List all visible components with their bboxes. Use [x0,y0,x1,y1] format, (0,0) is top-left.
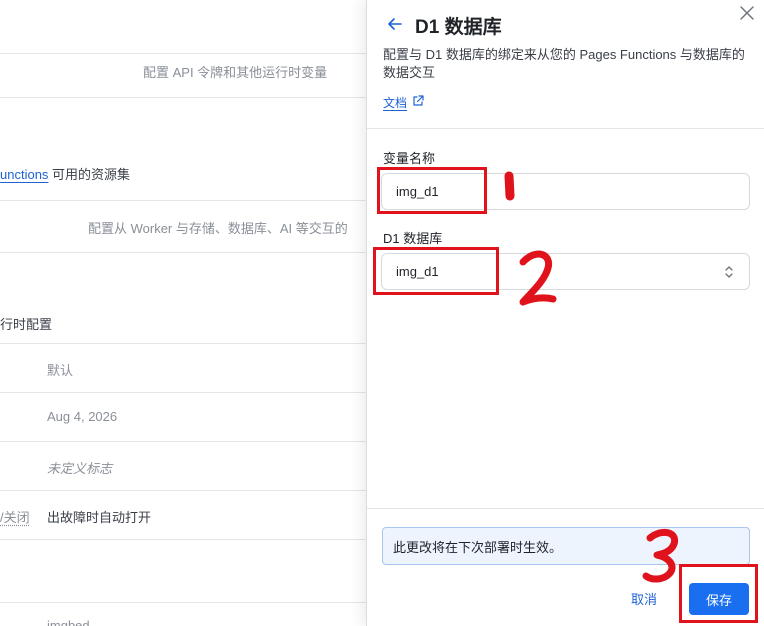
compat-value: 默认 [47,363,74,378]
divider [0,490,366,491]
api-tokens-description: 配置 API 令牌和其他运行时变量 [143,65,328,80]
bindings-description: 配置从 Worker 与存储、数据库、AI 等交互的 [88,221,348,236]
database-label: D1 数据库 [383,231,443,246]
divider [0,602,366,603]
divider [0,53,366,54]
arrow-left-icon[interactable] [385,14,405,34]
annotation-box-variable [377,167,487,214]
annotation-box-save [679,564,758,623]
divider [0,252,366,253]
divider [0,200,366,201]
project-name-value: imgbed [47,618,90,626]
fail-open-value: 出故障时自动打开 [47,510,152,525]
close-icon[interactable] [738,4,756,22]
chevron-up-down-icon [723,264,735,280]
deploy-notice: 此更改将在下次部署时生效。 [382,527,750,565]
divider [0,343,366,344]
divider [0,392,366,393]
divider [0,539,366,540]
background-page: 配置 API 令牌和其他运行时变量 unctions 可用的资源集 配置从 Wo… [0,0,366,626]
cancel-button[interactable]: 取消 [631,589,657,608]
docs-link-label: 文档 [383,96,408,110]
functions-resources-text: unctions 可用的资源集 [0,164,130,183]
drawer-header: D1 数据库 配置与 D1 数据库的绑定来从您的 Pages Functions… [367,0,764,129]
fail-open-label: /关闭 [0,510,30,525]
annotation-box-database [373,247,499,295]
variable-name-label: 变量名称 [383,151,436,166]
functions-link[interactable]: unctions [0,167,48,182]
docs-link[interactable]: 文档 [383,94,424,111]
compat-flags-value: 未定义标志 [47,461,113,476]
divider [0,441,366,442]
divider [0,97,366,98]
drawer-description: 配置与 D1 数据库的绑定来从您的 Pages Functions 与数据库的数… [383,47,745,80]
drawer-title: D1 数据库 [415,17,502,38]
d1-binding-drawer: D1 数据库 配置与 D1 数据库的绑定来从您的 Pages Functions… [366,0,764,626]
runtime-config-heading: 运行时配置 [0,317,53,332]
functions-suffix: 可用的资源集 [52,167,131,182]
external-link-icon [412,95,424,110]
compat-date-value: Aug 4, 2026 [47,409,118,424]
